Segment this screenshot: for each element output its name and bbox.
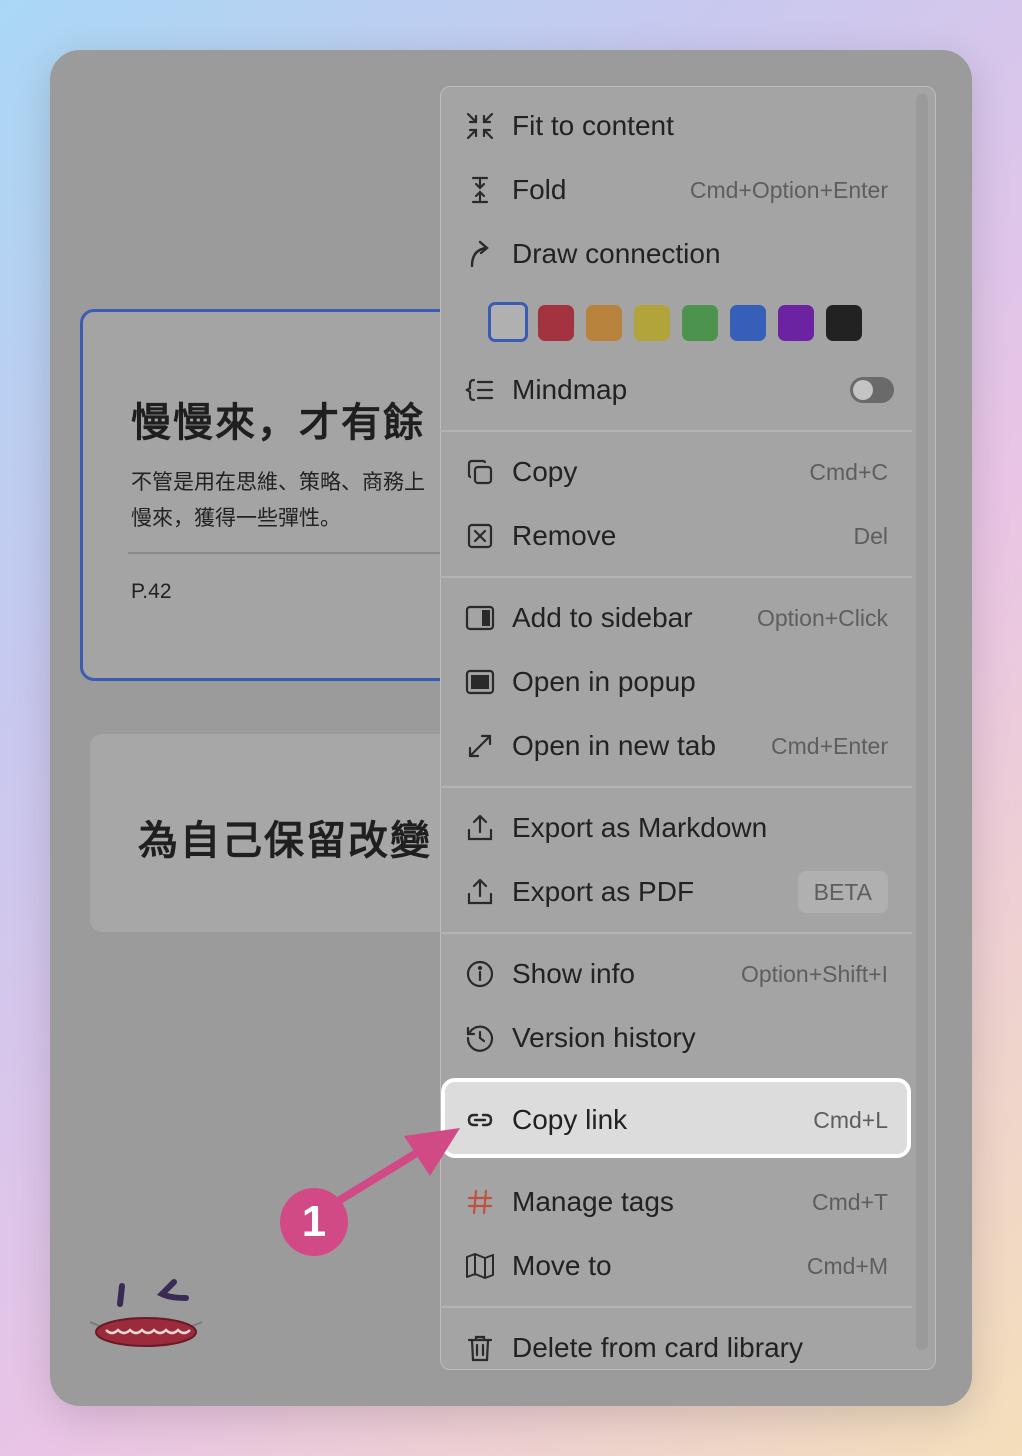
menu-item-label: Delete from card library [512,1332,803,1363]
color-swatch-red[interactable] [538,305,574,341]
menu-item-label: Remove [512,520,617,551]
menu-item-label: Mindmap [512,374,628,405]
menu-item-open-in-popup[interactable]: Open in popup [440,652,910,712]
expand-icon [468,734,492,758]
link-icon [467,1113,493,1127]
color-swatch-yellow[interactable] [634,305,670,341]
menu-item-label: Draw connection [512,238,721,269]
menu-item-mindmap[interactable]: Mindmap [440,360,910,420]
trash-icon [467,1335,493,1362]
color-swatch-black[interactable] [826,305,862,341]
menu-item-copy-link[interactable]: Copy link Cmd+L [440,1090,910,1150]
shortcut-hint: Cmd+Option+Enter [689,177,888,203]
menu-item-fold[interactable]: Fold Cmd+Option+Enter [440,160,910,220]
menu-item-manage-tags[interactable]: Manage tags Cmd+T [440,1172,910,1232]
fit-to-content-icon [466,112,494,140]
menu-item-version-history[interactable]: Version history [440,1008,910,1068]
mindmap-icon [465,378,494,402]
color-swatch-default[interactable] [488,302,528,342]
fold-icon [471,176,489,204]
mindmap-toggle[interactable] [850,377,894,403]
menu-item-label: Move to [512,1250,612,1281]
shortcut-hint: Cmd+L [813,1107,888,1133]
shortcut-hint: Del [853,523,888,549]
card-page-ref: P.42 [131,580,172,603]
map-icon [466,1253,494,1279]
shortcut-hint: Cmd+T [811,1189,888,1215]
menu-item-delete-from-library[interactable]: Delete from card library [440,1318,910,1378]
card-title: 為自己保留改變 [138,818,432,864]
menu-item-label: Export as Markdown [512,812,768,843]
menu-divider [440,1306,912,1308]
selected-card[interactable]: 慢慢來，才有餘 不管是用在思維、策略、商務上 慢來，獲得一些彈性。 P.42 [80,309,500,681]
menu-item-label: Open in new tab [512,730,716,761]
scrollbar[interactable] [916,94,928,1350]
shortcut-hint: Option+Click [756,605,888,631]
menu-divider [440,786,912,788]
menu-item-remove[interactable]: Remove Del [440,506,910,566]
menu-item-label: Manage tags [512,1186,674,1217]
menu-item-label: Open in popup [512,666,696,697]
history-icon [466,1025,494,1052]
menu-item-label: Add to sidebar [512,602,693,633]
toggle-knob [853,380,873,400]
shortcut-hint: Cmd+C [809,459,888,485]
menu-item-label: Version history [512,1022,696,1053]
card-title: 慢慢來，才有餘 [131,400,425,446]
menu-item-fit-to-content[interactable]: Fit to content [440,96,910,156]
menu-item-label: Show info [512,958,635,989]
remove-icon [467,523,493,549]
copy-icon [467,459,493,485]
popup-icon [465,669,495,695]
mascot-icon [89,1279,203,1347]
menu-item-export-pdf[interactable]: Export as PDF BETA [440,862,910,922]
menu-item-show-info[interactable]: Show info Option+Shift+I [440,944,910,1004]
color-swatch-green[interactable] [682,305,718,341]
info-icon [466,960,494,988]
menu-item-export-markdown[interactable]: Export as Markdown [440,798,910,858]
export-icon [467,878,493,905]
menu-divider [440,576,912,578]
menu-divider [440,430,912,432]
export-icon [467,814,493,841]
shortcut-hint: Cmd+M [806,1253,888,1279]
menu-divider [440,932,912,934]
menu-item-move-to[interactable]: Move to Cmd+M [440,1236,910,1296]
shortcut-hint: Option+Shift+I [740,961,888,987]
color-swatch-blue[interactable] [730,305,766,341]
color-swatch-orange[interactable] [586,305,622,341]
shortcut-hint: Cmd+Enter [771,733,888,759]
menu-item-label: Copy [512,456,578,487]
step-badge: 1 [280,1188,348,1256]
hashtag-icon [467,1189,493,1215]
menu-item-label: Copy link [512,1104,628,1135]
menu-item-label: Export as PDF [512,876,695,907]
draw-connection-icon [470,240,489,268]
menu-item-draw-connection[interactable]: Draw connection [440,224,910,284]
menu-item-label: Fold [512,174,567,205]
beta-badge: BETA [797,871,888,913]
menu-item-open-in-new-tab[interactable]: Open in new tab Cmd+Enter [440,716,910,776]
color-swatch-purple[interactable] [778,305,814,341]
sidebar-icon [465,605,495,631]
menu-item-copy[interactable]: Copy Cmd+C [440,442,910,502]
menu-item-add-to-sidebar[interactable]: Add to sidebar Option+Click [440,588,910,648]
menu-item-label: Fit to content [512,110,674,141]
